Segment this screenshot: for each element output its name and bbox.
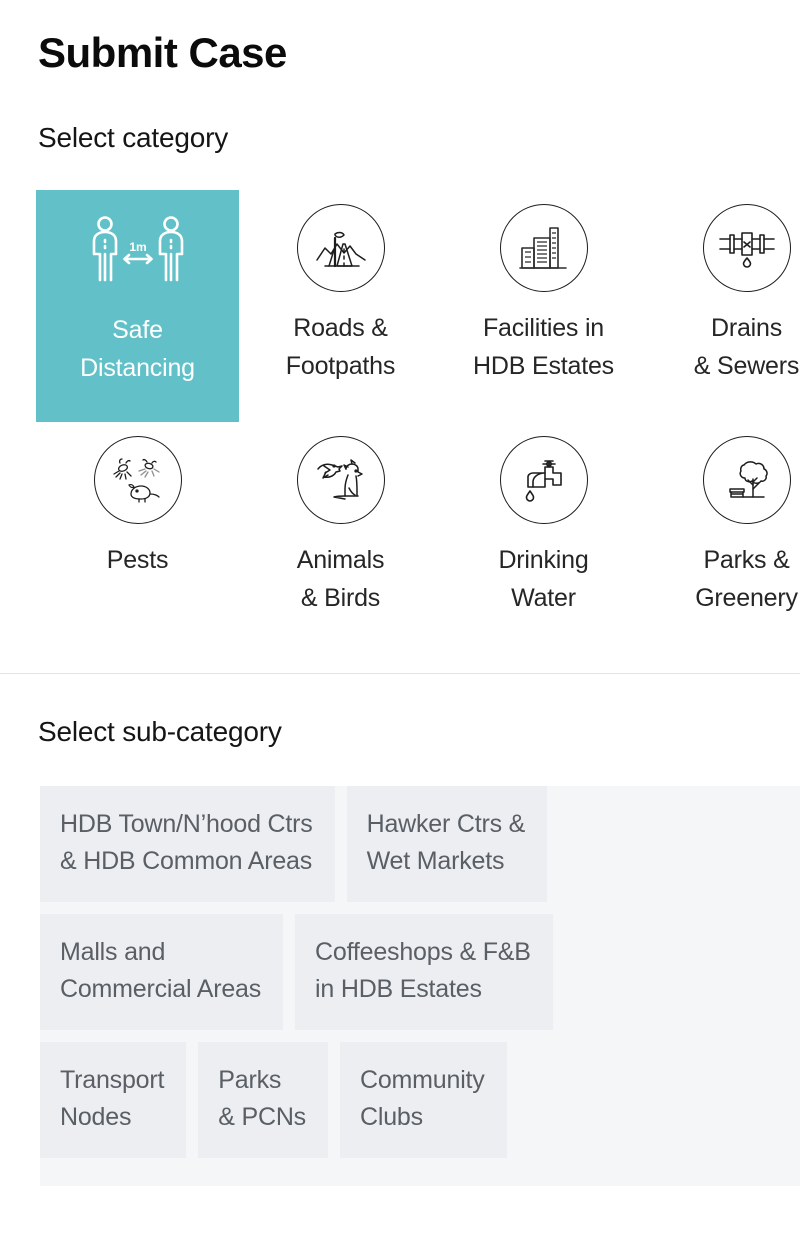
subcategory-row: Malls and Commercial Areas Coffeeshops &… xyxy=(40,914,800,1030)
category-tile-hdb-facilities[interactable]: Facilities in HDB Estates xyxy=(442,190,645,422)
subcategory-panel: HDB Town/N’hood Ctrs & HDB Common Areas … xyxy=(40,786,800,1186)
hdb-facilities-icon xyxy=(499,204,588,292)
page-title: Submit Case xyxy=(38,29,287,76)
category-label: Parks & Greenery xyxy=(695,546,798,612)
subcategory-chip-hawker-ctrs-wet-markets[interactable]: Hawker Ctrs & Wet Markets xyxy=(346,786,548,902)
drinking-water-icon xyxy=(499,436,588,524)
category-tile-roads-footpaths[interactable]: Roads & Footpaths xyxy=(239,190,442,422)
select-category-heading: Select category xyxy=(38,122,228,153)
pests-icon xyxy=(93,436,182,524)
category-tile-animals-birds[interactable]: Animals & Birds xyxy=(239,422,442,654)
subcategory-row: Transport Nodes Parks & PCNs Community C… xyxy=(40,1042,800,1158)
category-tile-drains-sewer[interactable]: Drains & Sewers xyxy=(645,190,800,422)
subcategory-chip-hdb-town-nhood-ctrs[interactable]: HDB Town/N’hood Ctrs & HDB Common Areas xyxy=(40,786,335,902)
select-subcategory-heading: Select sub-category xyxy=(38,716,282,747)
subcategory-chip-malls-commercial-areas[interactable]: Malls and Commercial Areas xyxy=(40,914,284,1030)
parks-greenery-icon xyxy=(702,436,791,524)
category-label: Safe Distancing xyxy=(80,316,195,382)
subcategory-chip-community-clubs[interactable]: Community Clubs xyxy=(339,1042,507,1158)
category-label: Animals & Birds xyxy=(296,546,385,612)
category-label: Drains & Sewers xyxy=(693,314,800,380)
svg-text:1m: 1m xyxy=(129,240,146,254)
roads-footpaths-icon xyxy=(296,204,385,292)
subcategory-chip-parks-pcns[interactable]: Parks & PCNs xyxy=(198,1042,328,1158)
animals-birds-icon xyxy=(296,436,385,524)
category-tile-pests[interactable]: Pests xyxy=(36,422,239,654)
category-label: Roads & Footpaths xyxy=(285,314,396,380)
subcategory-rows: HDB Town/N’hood Ctrs & HDB Common Areas … xyxy=(40,786,800,1158)
subcategory-row: HDB Town/N’hood Ctrs & HDB Common Areas … xyxy=(40,786,800,902)
drains-sewer-icon xyxy=(702,204,791,292)
category-grid: 1m Safe Distancing Roads & Footpaths Fac… xyxy=(36,190,800,654)
category-label: Facilities in HDB Estates xyxy=(473,314,614,380)
safe-distancing-icon: 1m xyxy=(83,212,193,290)
section-divider xyxy=(0,673,800,674)
subcategory-chip-coffeeshops-fnb[interactable]: Coffeeshops & F&B in HDB Estates xyxy=(295,914,553,1030)
category-label: Drinking Water xyxy=(498,546,589,612)
category-tile-safe-distancing[interactable]: 1m Safe Distancing xyxy=(36,190,239,422)
category-tile-parks-greenery[interactable]: Parks & Greenery xyxy=(645,422,800,654)
category-tile-drinking-water[interactable]: Drinking Water xyxy=(442,422,645,654)
subcategory-chip-transport-nodes[interactable]: Transport Nodes xyxy=(40,1042,187,1158)
submit-case-page: Submit Case Select category 1m Safe Dista xyxy=(0,0,800,1247)
category-label: Pests xyxy=(106,546,169,574)
